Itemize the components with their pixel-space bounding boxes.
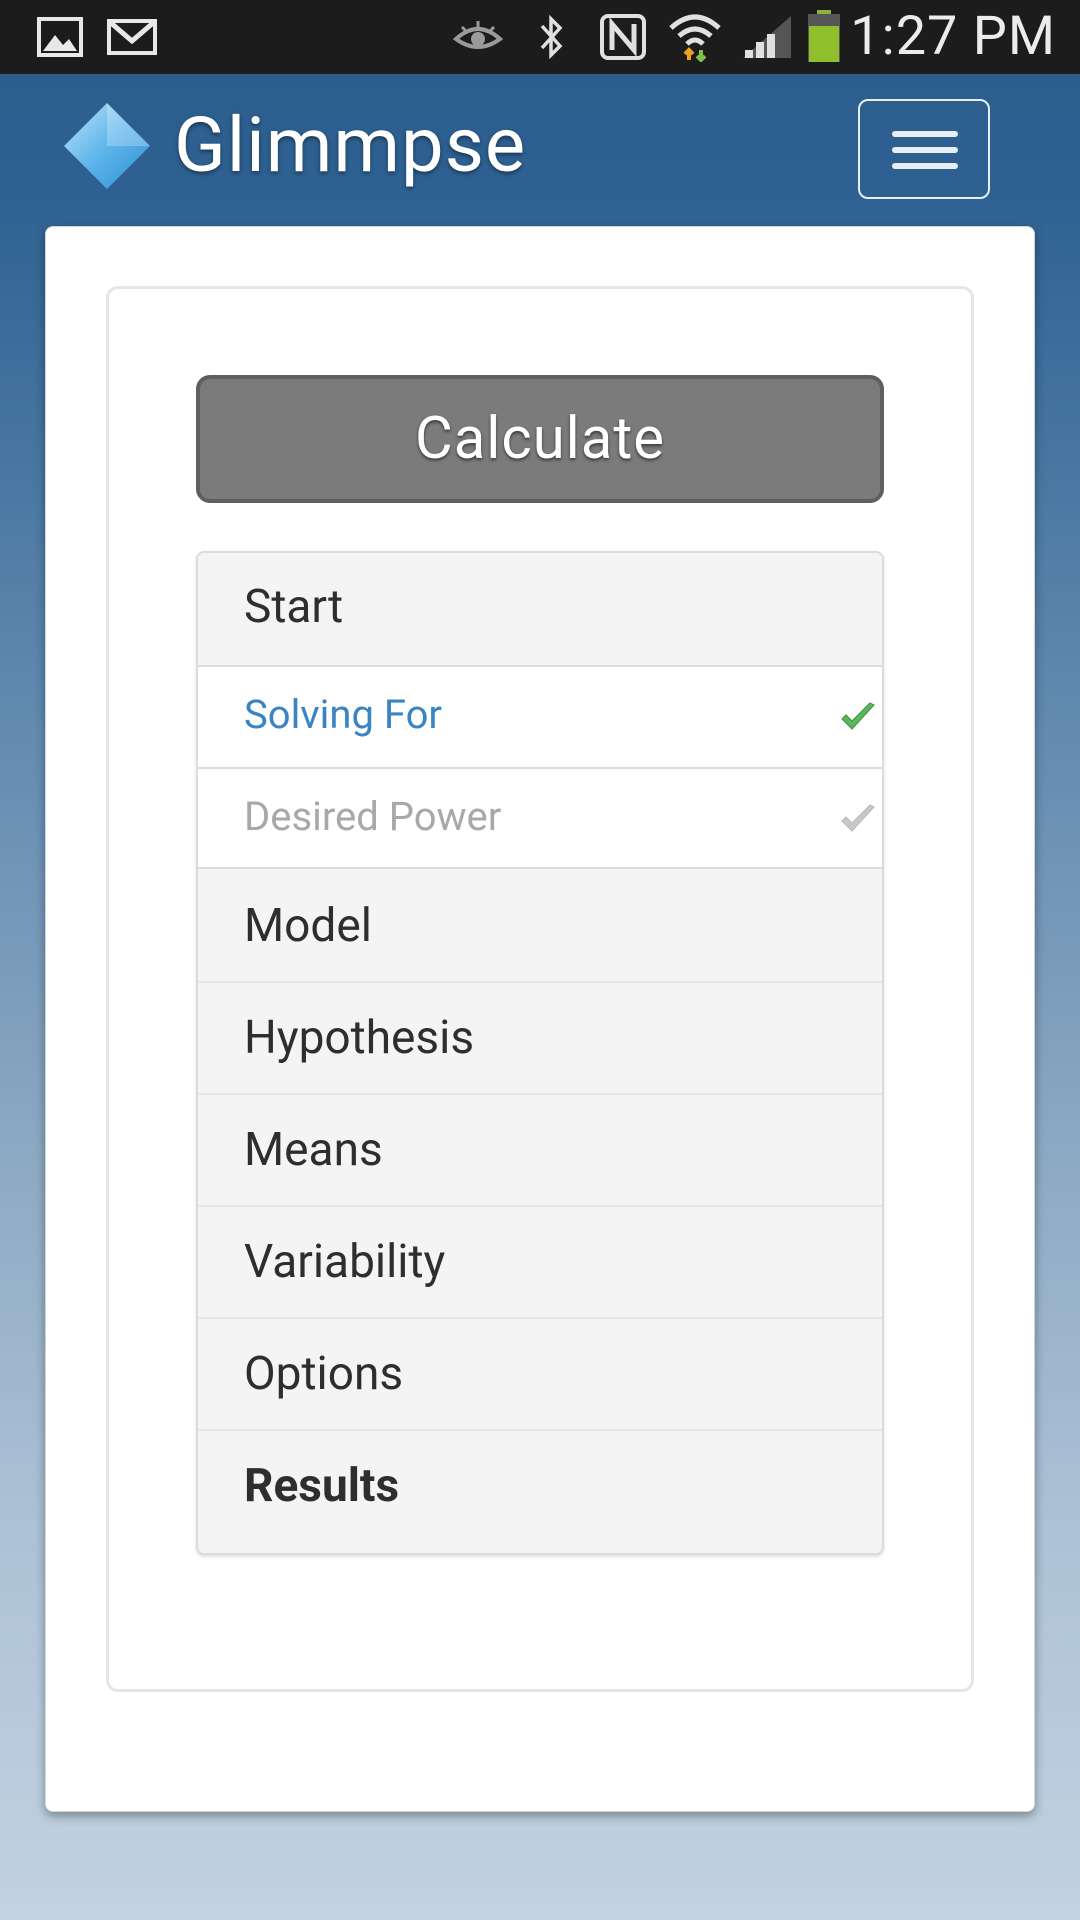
signal-icon bbox=[740, 12, 794, 62]
nfc-icon bbox=[598, 12, 648, 62]
step-model[interactable]: Model bbox=[198, 871, 882, 981]
step-results[interactable]: Results bbox=[198, 1431, 882, 1541]
step-options[interactable]: Options bbox=[198, 1319, 882, 1429]
step-hypothesis[interactable]: Hypothesis bbox=[198, 983, 882, 1093]
calculate-button[interactable]: Calculate bbox=[196, 375, 884, 503]
step-label: Model bbox=[244, 899, 372, 953]
step-navigation-list: Start Solving For Desired Power Model Hy… bbox=[196, 551, 884, 1555]
step-label: Means bbox=[244, 1123, 383, 1177]
step-label: Desired Power bbox=[244, 793, 502, 840]
app-title: Glimmpse bbox=[174, 100, 527, 190]
step-variability[interactable]: Variability bbox=[198, 1207, 882, 1317]
step-label: Results bbox=[244, 1459, 400, 1513]
step-label: Variability bbox=[244, 1235, 446, 1289]
glimmpse-logo-icon bbox=[62, 101, 152, 191]
wifi-icon bbox=[666, 12, 724, 62]
main-card: Calculate Start Solving For Desired Powe… bbox=[45, 226, 1035, 1812]
battery-icon bbox=[804, 10, 844, 62]
step-solving-for[interactable]: Solving For bbox=[198, 665, 882, 767]
check-icon bbox=[841, 804, 875, 832]
status-bar: 1:27 PM bbox=[0, 0, 1080, 74]
check-icon bbox=[841, 702, 875, 730]
status-time: 1:27 PM bbox=[850, 5, 1056, 68]
gmail-icon bbox=[106, 12, 158, 62]
eye-icon bbox=[452, 12, 504, 62]
gallery-icon bbox=[36, 12, 84, 62]
step-label: Start bbox=[244, 580, 344, 634]
step-means[interactable]: Means bbox=[198, 1095, 882, 1205]
step-label: Solving For bbox=[244, 691, 442, 738]
step-desired-power[interactable]: Desired Power bbox=[198, 767, 882, 869]
step-label: Hypothesis bbox=[244, 1011, 475, 1065]
bluetooth-icon bbox=[536, 12, 568, 62]
step-start[interactable]: Start bbox=[198, 553, 882, 665]
hamburger-menu-button[interactable] bbox=[858, 99, 990, 199]
step-label: Options bbox=[244, 1347, 404, 1401]
